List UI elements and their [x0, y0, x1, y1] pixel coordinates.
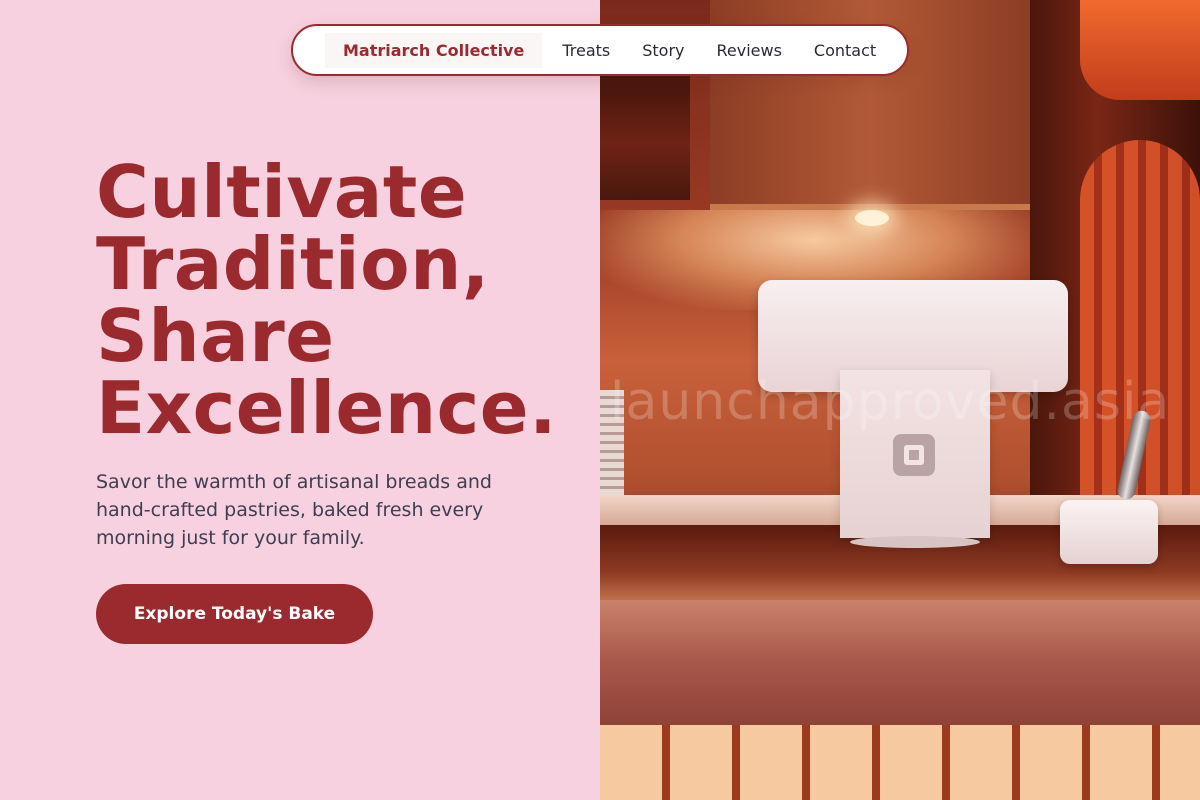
- hero-title-line: Cultivate: [96, 150, 468, 234]
- square-logo-icon: [893, 434, 935, 476]
- photo-counter-slats: [600, 725, 1200, 800]
- nav-link-reviews[interactable]: Reviews: [717, 41, 782, 60]
- hero-title-line: Share: [96, 294, 335, 378]
- card-reader: [1060, 500, 1158, 564]
- explore-bake-button[interactable]: Explore Today's Bake: [96, 584, 373, 644]
- photo-dark-shelf: [600, 60, 690, 200]
- photo-watermark: launchapproved.asia: [610, 372, 1171, 432]
- photo-counter-front: [600, 600, 1200, 725]
- hero-title-line: Tradition,: [96, 222, 490, 306]
- nav-link-treats[interactable]: Treats: [562, 41, 610, 60]
- hero-title-line: Excellence.: [96, 366, 557, 450]
- top-nav: Matriarch Collective Treats Story Review…: [291, 24, 909, 76]
- nav-link-contact[interactable]: Contact: [814, 41, 876, 60]
- hero-photo-counter: launchapproved.asia: [600, 0, 1200, 800]
- photo-top-lamp: [1080, 0, 1200, 100]
- brand-link[interactable]: Matriarch Collective: [325, 32, 543, 68]
- hero-title: Cultivate Tradition, Share Excellence.: [96, 156, 596, 444]
- pos-stand-base: [850, 536, 980, 548]
- nav-link-story[interactable]: Story: [642, 41, 684, 60]
- hero-subtitle: Savor the warmth of artisanal breads and…: [96, 471, 492, 549]
- photo-ceiling-light: [855, 210, 889, 226]
